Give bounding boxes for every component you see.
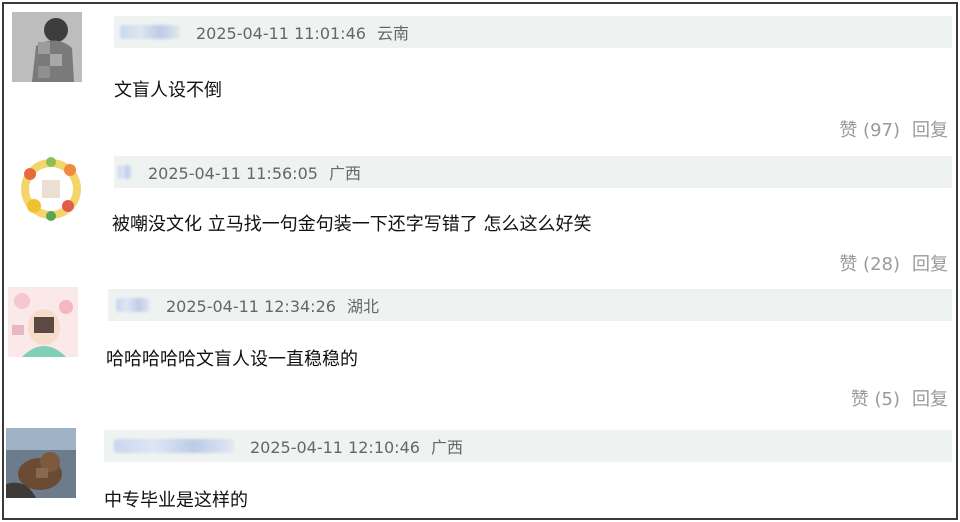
comment-text: 文盲人设不倒 [114, 80, 222, 101]
comment-list: 2025-04-11 11:01:46 云南 文盲人设不倒 赞 (97) 回复 [2, 2, 958, 520]
comment-location: 广西 [329, 164, 362, 183]
comment-timestamp: 2025-04-11 11:56:05 [148, 164, 318, 183]
like-button[interactable]: 赞 (5) [851, 385, 900, 411]
reply-button[interactable]: 回复 [912, 250, 948, 276]
comment-timestamp: 2025-04-11 11:01:46 [196, 24, 366, 43]
like-button[interactable]: 赞 (28) [839, 250, 900, 276]
comment-header: 2025-04-11 11:01:46 云南 [114, 16, 952, 48]
reply-button[interactable]: 回复 [912, 385, 948, 411]
comment-header: 2025-04-11 12:10:46 广西 [104, 430, 952, 462]
comment-item: 2025-04-11 11:56:05 广西 被嘲没文化 立马找一句金句装一下还… [4, 144, 956, 279]
comment-location: 云南 [377, 24, 410, 43]
comment-text: 哈哈哈哈哈文盲人设一直稳稳的 [106, 349, 358, 370]
user-avatar-icon[interactable] [12, 12, 82, 82]
username-blurred[interactable] [120, 25, 180, 39]
comment-location: 湖北 [347, 297, 380, 316]
user-avatar-icon[interactable] [16, 154, 86, 224]
comment-timestamp: 2025-04-11 12:34:26 [166, 297, 336, 316]
comment-location: 广西 [431, 438, 464, 457]
comment-header: 2025-04-11 11:56:05 广西 [114, 156, 952, 188]
reply-button[interactable]: 回复 [912, 116, 948, 142]
username-blurred[interactable] [118, 165, 132, 179]
comment-item: 2025-04-11 12:10:46 广西 中专毕业是这样的 [4, 414, 956, 518]
user-avatar-icon[interactable] [6, 428, 76, 498]
comment-text: 被嘲没文化 立马找一句金句装一下还字写错了 怎么这么好笑 [112, 214, 592, 235]
comment-text: 中专毕业是这样的 [104, 490, 248, 511]
comment-item: 2025-04-11 12:34:26 湖北 哈哈哈哈哈文盲人设一直稳稳的 赞 … [4, 279, 956, 414]
comment-header: 2025-04-11 12:34:26 湖北 [108, 289, 952, 321]
user-avatar-icon[interactable] [8, 287, 78, 357]
like-button[interactable]: 赞 (97) [839, 116, 900, 142]
username-blurred[interactable] [116, 298, 150, 312]
comment-item: 2025-04-11 11:01:46 云南 文盲人设不倒 赞 (97) 回复 [4, 4, 956, 144]
comment-timestamp: 2025-04-11 12:10:46 [250, 438, 420, 457]
username-blurred[interactable] [114, 439, 234, 453]
